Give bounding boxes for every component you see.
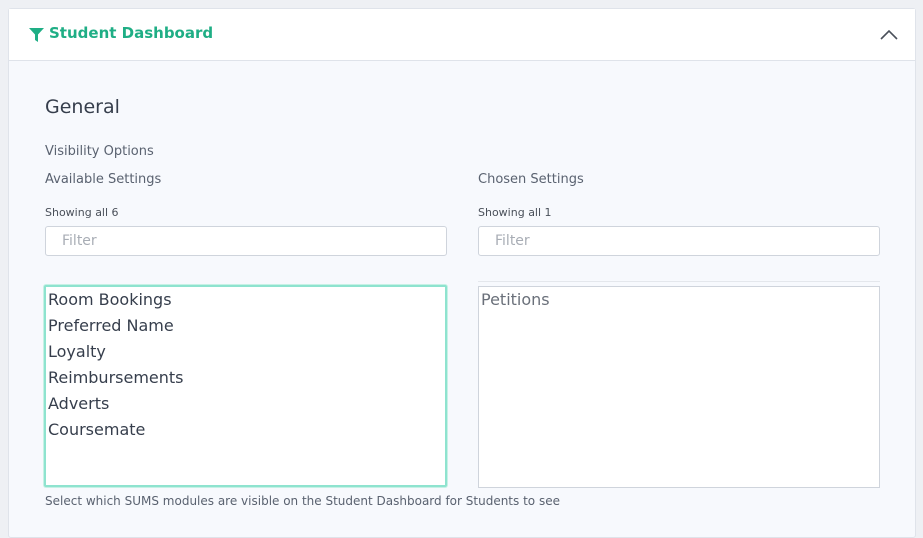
chosen-settings-list[interactable]: Petitions (478, 286, 880, 488)
list-item[interactable]: Preferred Name (46, 313, 445, 339)
available-filter-input[interactable] (45, 226, 447, 256)
list-item[interactable]: Coursemate (46, 417, 445, 443)
panel-header[interactable]: Student Dashboard (9, 9, 915, 61)
visibility-options-label: Visibility Options (45, 144, 154, 159)
chevron-up-icon (880, 29, 898, 40)
panel-title: Student Dashboard (49, 24, 214, 42)
list-item[interactable]: Petitions (479, 287, 879, 313)
list-item[interactable]: Loyalty (46, 339, 445, 365)
list-item[interactable]: Adverts (46, 391, 445, 417)
chosen-settings-label: Chosen Settings (478, 172, 584, 187)
available-settings-list[interactable]: Room Bookings Preferred Name Loyalty Reimbu… (44, 285, 447, 487)
chosen-list-divider (478, 281, 880, 282)
help-text: Select which SUMS modules are visible on… (45, 494, 560, 508)
settings-panel: Student Dashboard General Visibility Opt… (8, 8, 916, 538)
chosen-count: Showing all 1 (478, 206, 552, 219)
section-title: General (45, 96, 120, 118)
collapse-toggle[interactable] (877, 23, 901, 45)
list-item[interactable]: Room Bookings (46, 287, 445, 313)
list-item[interactable]: Reimbursements (46, 365, 445, 391)
filter-icon (29, 28, 44, 42)
chosen-filter-input[interactable] (478, 226, 880, 256)
available-settings-label: Available Settings (45, 172, 162, 187)
available-count: Showing all 6 (45, 206, 119, 219)
